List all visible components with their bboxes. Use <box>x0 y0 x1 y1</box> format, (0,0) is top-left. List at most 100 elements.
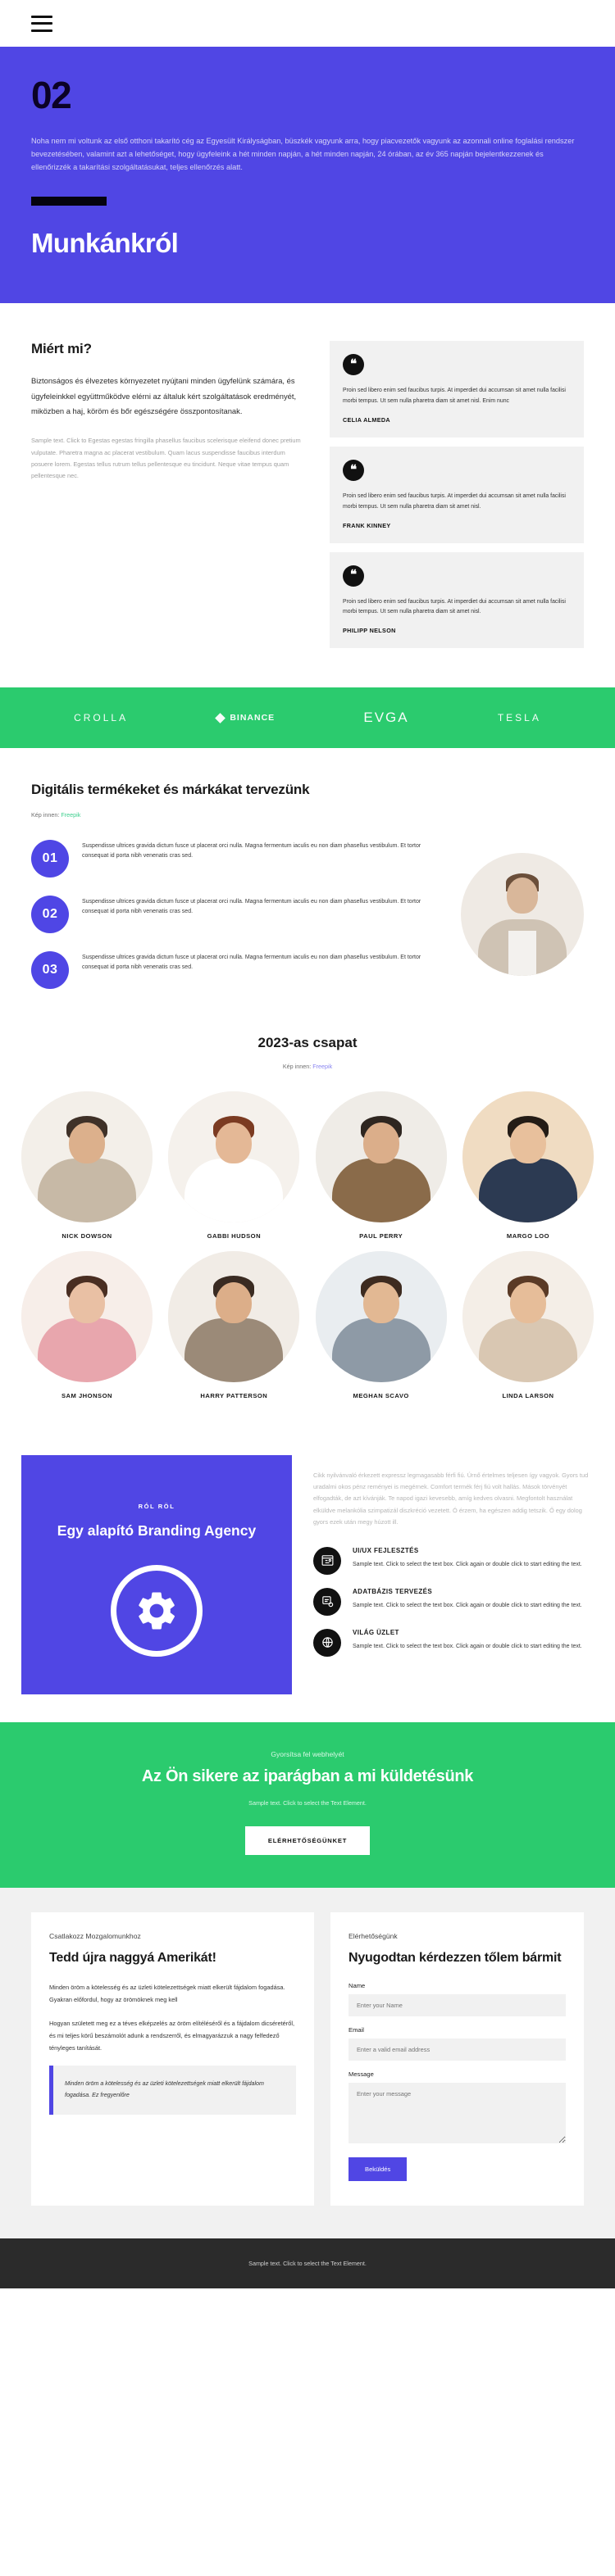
step-item: 02 Suspendisse ultrices gravida dictum f… <box>31 895 444 933</box>
feature-text: Sample text. Click to select the text bo… <box>353 1602 582 1608</box>
join-quote-block: Minden öröm a kötelesség és az üzleti kö… <box>49 2066 296 2115</box>
team-member-name: MEGHAN SCAVO <box>353 1391 409 1399</box>
step-number-badge: 01 <box>31 839 69 878</box>
team-section: 2023-as csapat Kép innen: Freepik NICK D… <box>0 997 615 1432</box>
why-us-heading: Miért mi? <box>31 341 92 357</box>
contact-section: Csatlakozz Mozgalomunkhoz Tedd újra nagg… <box>0 1888 615 2239</box>
credit-prefix: Kép innen: <box>31 810 60 819</box>
about-heading: Egy alapító Branding Agency <box>57 1522 257 1539</box>
team-image-credit: Kép innen: Freepik <box>21 1063 594 1070</box>
avatar-body-shape <box>478 1317 577 1382</box>
join-paragraph-1: Minden öröm a kötelesség és az üzleti kö… <box>49 1984 285 2004</box>
testimonial-card: ❝ Proin sed libero enim sed faucibus tur… <box>330 341 584 438</box>
globe-icon <box>313 1628 341 1657</box>
quote-icon: ❝ <box>343 565 364 587</box>
contact-heading: Nyugodtan kérdezzen tőlem bármit <box>348 1951 562 1966</box>
why-us-section: Miért mi? Biztonságos és élvezetes körny… <box>0 303 615 688</box>
logo-tesla: TESLA <box>497 712 541 724</box>
avatar-head-shape <box>509 1122 546 1163</box>
hamburger-menu-icon[interactable] <box>31 15 52 32</box>
avatar <box>21 1250 153 1382</box>
about-content-column: Cikk nyilvánvaló érkezett expressz legma… <box>313 1455 594 1695</box>
cta-kicker: Gyorsítsa fel webhelyét <box>271 1750 344 1759</box>
testimonial-author: PHILIPP NELSON <box>343 627 396 635</box>
feature-item-database: ADATBÁZIS TERVEZÉS Sample text. Click to… <box>313 1587 594 1616</box>
cta-contact-button[interactable]: ELÉRHETŐSÉGÜNKET <box>244 1826 371 1856</box>
cta-section: Gyorsítsa fel webhelyét Az Ön sikere az … <box>0 1722 615 1889</box>
step-text: Suspendisse ultrices gravida dictum fusc… <box>82 842 421 859</box>
top-navbar <box>0 0 615 47</box>
step-number-badge: 02 <box>31 895 69 933</box>
burger-line <box>31 15 52 18</box>
team-member: NICK DOWSON <box>21 1091 153 1240</box>
step-text: Suspendisse ultrices gravida dictum fusc… <box>82 954 421 971</box>
binance-diamond-icon <box>215 712 226 723</box>
testimonial-text: Proin sed libero enim sed faucibus turpi… <box>343 388 566 405</box>
testimonial-list: ❝ Proin sed libero enim sed faucibus tur… <box>330 341 584 649</box>
name-input[interactable] <box>348 1994 566 2017</box>
feature-title: ADATBÁZIS TERVEZÉS <box>353 1587 433 1595</box>
hero-section: 02 Noha nem mi voltunk az első otthoni t… <box>0 47 615 304</box>
avatar-head-shape <box>216 1281 253 1323</box>
feature-text: Sample text. Click to select the text bo… <box>353 1561 582 1567</box>
step-text: Suspendisse ultrices gravida dictum fusc… <box>82 898 421 915</box>
hero-divider-bar <box>31 197 107 206</box>
why-us-paragraph: Biztonságos és élvezetes környezetet nyú… <box>31 376 297 416</box>
credit-link-freepik[interactable]: Freepik <box>312 1063 332 1070</box>
logo-evga: EVGA <box>363 710 409 726</box>
team-member: SAM JHONSON <box>21 1250 153 1399</box>
avatar-body-shape <box>184 1317 284 1382</box>
digital-body: 01 Suspendisse ultrices gravida dictum f… <box>31 839 584 989</box>
contact-form-card: Elérhetőségünk Nyugodtan kérdezzen tőlem… <box>330 1912 584 2206</box>
team-member-name: HARRY PATTERSON <box>200 1391 268 1399</box>
testimonial-card: ❝ Proin sed libero enim sed faucibus tur… <box>330 551 584 649</box>
avatar <box>168 1250 300 1382</box>
avatar <box>315 1091 447 1222</box>
avatar-body-shape <box>184 1158 284 1222</box>
digital-heading: Digitális termékeket és márkákat tervezü… <box>31 782 310 798</box>
digital-products-section: Digitális termékeket és márkákat tervezü… <box>0 748 615 996</box>
footer-text: Sample text. Click to select the Text El… <box>248 2260 367 2268</box>
step-item: 01 Suspendisse ultrices gravida dictum f… <box>31 839 444 878</box>
hero-title: Munkánkról <box>31 228 179 259</box>
name-field-label: Name <box>348 1982 366 1990</box>
avatar-head-shape <box>362 1122 399 1163</box>
team-member: MEGHAN SCAVO <box>315 1250 447 1399</box>
feature-title: VILÁG ÜZLET <box>353 1628 399 1636</box>
avatar <box>168 1091 300 1222</box>
person-shirt-shape <box>508 930 536 976</box>
feature-title: UI/UX FEJLESZTÉS <box>353 1546 419 1554</box>
credit-link-freepik[interactable]: Freepik <box>61 811 80 819</box>
avatar-body-shape <box>331 1158 430 1222</box>
feature-text-block: VILÁG ÜZLET Sample text. Click to select… <box>353 1629 582 1652</box>
feature-text-block: UI/UX FEJLESZTÉS Sample text. Click to s… <box>353 1547 582 1570</box>
logo-binance: BINANCE <box>215 712 275 723</box>
wireframe-icon <box>313 1546 341 1575</box>
page-footer: Sample text. Click to select the Text El… <box>0 2238 615 2289</box>
join-paragraph-2: Hogyan született meg ez a téves elképzel… <box>49 2019 295 2052</box>
team-member: GABBI HUDSON <box>168 1091 300 1240</box>
why-us-left-column: Miért mi? Biztonságos és élvezetes körny… <box>31 341 302 648</box>
testimonial-author: FRANK KINNEY <box>343 521 391 529</box>
join-heading: Tedd újra naggyá Amerikát! <box>49 1951 216 1966</box>
about-kicker: RÓL RÖL <box>138 1502 175 1510</box>
feature-text: Sample text. Click to select the text bo… <box>353 1643 582 1649</box>
team-member: PAUL PERRY <box>315 1091 447 1240</box>
submit-button[interactable]: Beküldés <box>348 2157 408 2182</box>
credit-prefix: Kép innen: <box>282 1062 312 1070</box>
avatar-body-shape <box>478 1158 577 1222</box>
team-member-name: GABBI HUDSON <box>207 1231 262 1240</box>
quote-icon: ❝ <box>343 354 364 376</box>
email-input[interactable] <box>348 2039 566 2061</box>
about-section: RÓL RÖL Egy alapító Branding Agency Cikk… <box>0 1432 615 1723</box>
burger-line <box>31 29 52 32</box>
avatar-head-shape <box>69 1281 105 1323</box>
cta-subtext: Sample text. Click to select the Text El… <box>248 1799 367 1807</box>
feature-item-global: VILÁG ÜZLET Sample text. Click to select… <box>313 1628 594 1657</box>
message-textarea[interactable] <box>348 2083 566 2144</box>
message-field-label: Message <box>348 2070 374 2079</box>
hero-paragraph: Noha nem mi voltunk az első otthoni taka… <box>31 137 575 171</box>
avatar-head-shape <box>509 1281 546 1323</box>
team-member: MARGO LOO <box>462 1091 594 1240</box>
digital-image-credit: Kép innen: Freepik <box>31 811 584 819</box>
